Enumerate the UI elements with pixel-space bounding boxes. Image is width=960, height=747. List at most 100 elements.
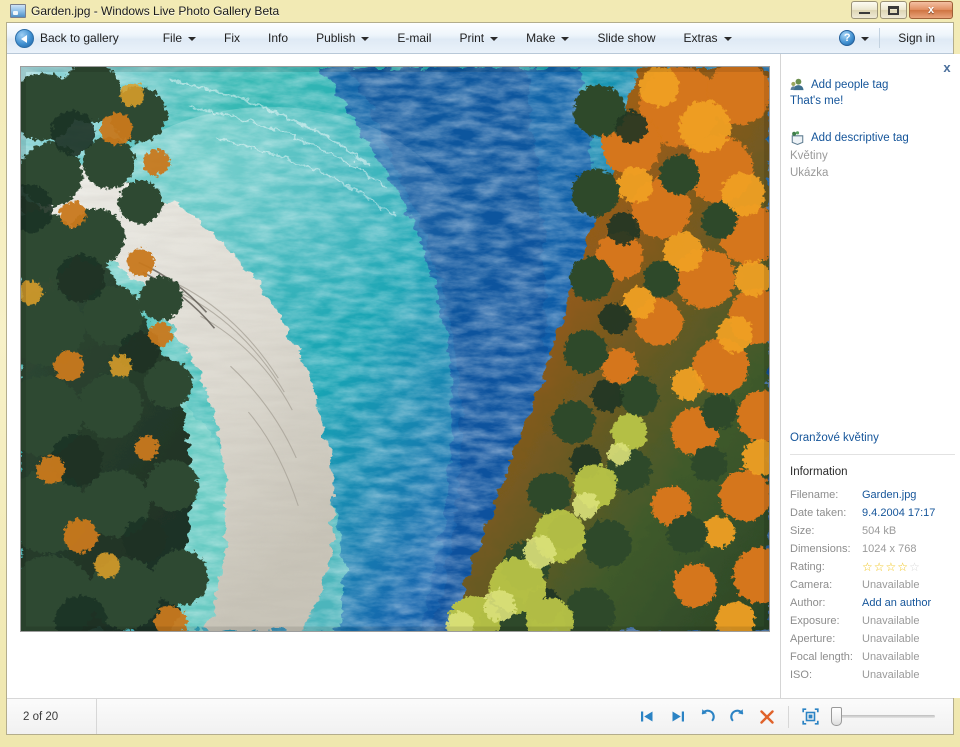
thats-me-link[interactable]: That's me! <box>790 95 955 107</box>
info-panel: x Add people tag That's me! <box>780 54 960 698</box>
table-row: Exposure: Unavailable <box>790 612 955 630</box>
next-icon <box>669 708 686 725</box>
actual-size-button[interactable] <box>795 699 825 734</box>
chevron-down-icon <box>861 37 869 41</box>
menu-item-make[interactable]: Make <box>512 23 583 53</box>
menu-item-extras-label: Extras <box>684 31 718 45</box>
menu-item-file[interactable]: File <box>149 23 210 53</box>
previous-button[interactable] <box>632 699 662 734</box>
toolbar-menu: File Fix Info Publish E-mail Print <box>149 23 746 53</box>
menu-item-info-label: Info <box>268 31 288 45</box>
add-descriptive-tag-button[interactable]: Add descriptive tag <box>790 130 955 145</box>
field-value-date-taken[interactable]: 9.4.2004 17:17 <box>862 504 955 522</box>
table-row: Size: 504 kB <box>790 522 955 540</box>
zoom-slider-thumb[interactable] <box>831 707 842 726</box>
menu-item-info[interactable]: Info <box>254 23 302 53</box>
table-row: Dimensions: 1024 x 768 <box>790 540 955 558</box>
help-button[interactable]: ? <box>829 23 879 53</box>
chevron-down-icon <box>724 37 732 41</box>
field-value-rating[interactable]: ☆☆☆☆☆ <box>862 558 955 576</box>
menu-item-fix-label: Fix <box>224 31 240 45</box>
field-value-filename[interactable]: Garden.jpg <box>862 486 955 504</box>
status-bar-controls <box>632 699 945 734</box>
menu-item-fix[interactable]: Fix <box>210 23 254 53</box>
field-value-iso: Unavailable <box>862 666 955 684</box>
minimize-button[interactable] <box>851 1 878 19</box>
chevron-down-icon <box>490 37 498 41</box>
menu-item-print-label: Print <box>459 31 484 45</box>
chevron-down-icon <box>561 37 569 41</box>
status-divider <box>788 706 789 728</box>
menu-item-print[interactable]: Print <box>445 23 512 53</box>
field-value-author[interactable]: Add an author <box>862 594 955 612</box>
maximize-icon <box>888 6 899 15</box>
table-row: Focal length: Unavailable <box>790 648 955 666</box>
add-people-tag-button[interactable]: Add people tag <box>790 77 955 92</box>
photo-caption[interactable]: Oranžové květiny <box>790 432 955 444</box>
fit-to-window-icon <box>801 707 820 726</box>
add-descriptive-tag-label: Add descriptive tag <box>811 132 909 144</box>
menu-item-slide-show[interactable]: Slide show <box>583 23 669 53</box>
table-row: Date taken: 9.4.2004 17:17 <box>790 504 955 522</box>
descriptive-tag-item-0[interactable]: Květiny <box>790 150 955 162</box>
menu-item-make-label: Make <box>526 31 555 45</box>
field-value-exposure: Unavailable <box>862 612 955 630</box>
star-icon[interactable]: ☆ <box>874 561 885 573</box>
field-key-date-taken: Date taken: <box>790 504 862 522</box>
photo-frame[interactable] <box>20 66 770 632</box>
close-panel-icon[interactable]: x <box>939 59 955 75</box>
menu-item-email[interactable]: E-mail <box>383 23 445 53</box>
menu-item-extras[interactable]: Extras <box>670 23 746 53</box>
panel-divider <box>790 454 955 455</box>
table-row: Filename: Garden.jpg <box>790 486 955 504</box>
help-icon: ? <box>839 30 855 46</box>
field-value-focal-length: Unavailable <box>862 648 955 666</box>
rotate-cw-icon <box>728 707 747 726</box>
next-button[interactable] <box>662 699 692 734</box>
field-key-aperture: Aperture: <box>790 630 862 648</box>
main-toolbar: Back to gallery File Fix Info Publish <box>7 23 953 54</box>
field-key-focal-length: Focal length: <box>790 648 862 666</box>
rating-stars[interactable]: ☆☆☆☆☆ <box>862 559 955 573</box>
maximize-button[interactable] <box>880 1 907 19</box>
table-row: Author: Add an author <box>790 594 955 612</box>
sign-in-button[interactable]: Sign in <box>880 23 953 53</box>
minimize-icon <box>859 11 870 14</box>
table-row: Rating: ☆☆☆☆☆ <box>790 558 955 576</box>
tag-icon <box>790 130 805 145</box>
client-area: Back to gallery File Fix Info Publish <box>6 22 954 735</box>
field-value-dimensions: 1024 x 768 <box>862 540 955 558</box>
star-icon[interactable]: ☆ <box>897 561 908 573</box>
delete-button[interactable] <box>752 699 782 734</box>
star-icon[interactable]: ☆ <box>862 561 873 573</box>
person-tag-icon <box>790 77 805 92</box>
field-value-camera: Unavailable <box>862 576 955 594</box>
rotate-clockwise-button[interactable] <box>722 699 752 734</box>
menu-item-publish-label: Publish <box>316 31 355 45</box>
field-key-camera: Camera: <box>790 576 862 594</box>
close-button[interactable]: x <box>909 1 953 19</box>
window-controls: x <box>851 1 953 19</box>
previous-icon <box>639 708 656 725</box>
star-icon[interactable]: ☆ <box>909 561 920 573</box>
back-to-gallery-label: Back to gallery <box>40 31 119 45</box>
field-key-author: Author: <box>790 594 862 612</box>
table-row: Aperture: Unavailable <box>790 630 955 648</box>
photo-gallery-window: Garden.jpg - Windows Live Photo Gallery … <box>0 0 960 747</box>
photo-viewer-pane <box>7 54 780 698</box>
descriptive-tag-item-1[interactable]: Ukázka <box>790 167 955 179</box>
menu-item-publish[interactable]: Publish <box>302 23 383 53</box>
menu-item-slide-show-label: Slide show <box>597 31 655 45</box>
back-arrow-icon <box>15 29 34 48</box>
zoom-slider[interactable] <box>829 699 939 734</box>
field-key-dimensions: Dimensions: <box>790 540 862 558</box>
back-to-gallery-button[interactable]: Back to gallery <box>7 23 131 53</box>
field-value-size: 504 kB <box>862 522 955 540</box>
star-icon[interactable]: ☆ <box>886 561 897 573</box>
field-key-filename: Filename: <box>790 486 862 504</box>
photo-image <box>21 67 769 631</box>
rotate-counterclockwise-button[interactable] <box>692 699 722 734</box>
field-key-size: Size: <box>790 522 862 540</box>
app-photo-icon <box>10 4 26 18</box>
zoom-slider-track <box>833 715 935 718</box>
